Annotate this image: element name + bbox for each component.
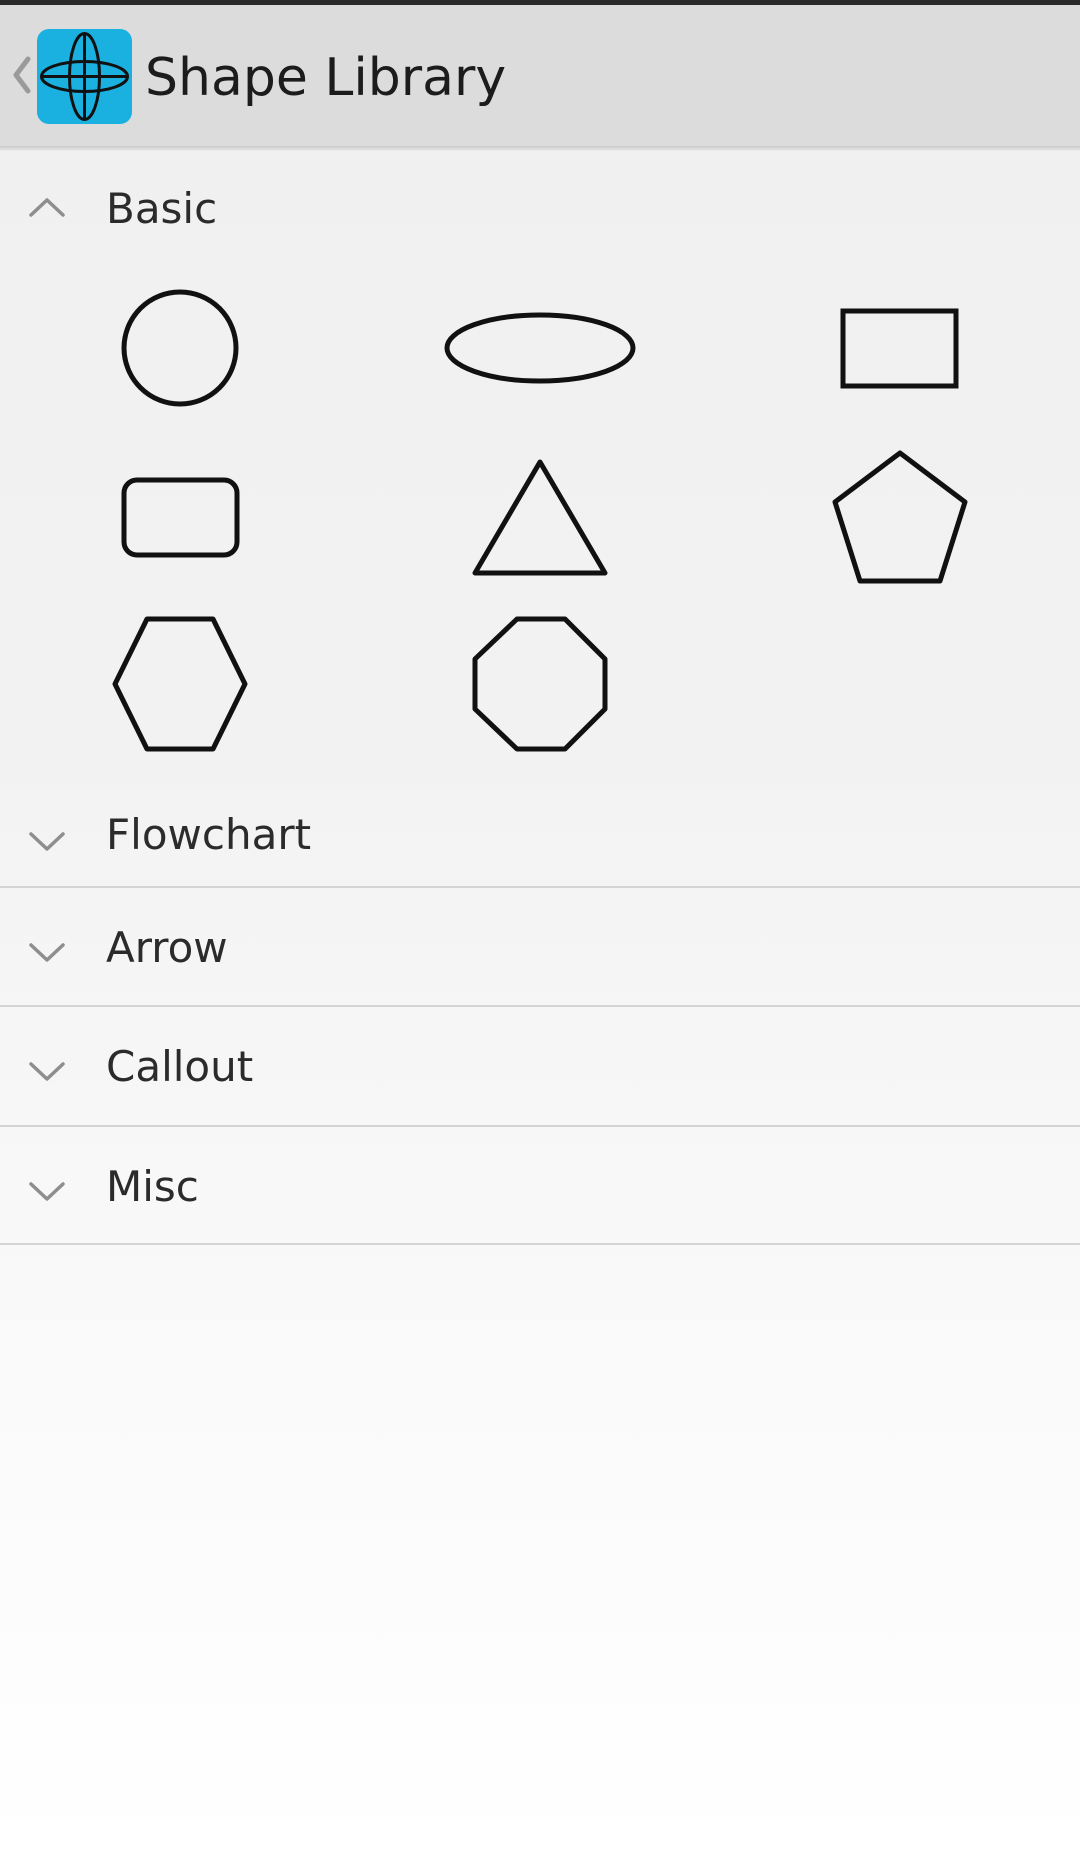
section-label-basic: Basic	[106, 184, 218, 233]
rectangle-icon	[840, 308, 959, 389]
pentagon-icon	[832, 450, 968, 584]
section-label-callout: Callout	[106, 1042, 254, 1091]
shape-ellipse[interactable]	[360, 269, 720, 435]
shape-octagon[interactable]	[360, 601, 720, 767]
triangle-icon	[472, 459, 608, 576]
section-arrow: Arrow	[0, 888, 1080, 1006]
hexagon-icon	[112, 616, 248, 752]
chevron-down-icon	[29, 1062, 65, 1081]
section-header-callout[interactable]: Callout	[0, 1007, 1080, 1125]
chevron-down-icon	[29, 1182, 65, 1201]
circle-icon	[121, 289, 239, 407]
shape-pentagon[interactable]	[720, 435, 1080, 601]
section-header-basic[interactable]: Basic	[0, 151, 1080, 269]
section-misc: Misc	[0, 1127, 1080, 1245]
chevron-down-icon	[29, 832, 65, 851]
shape-library-app-icon[interactable]	[37, 29, 132, 124]
ellipse-icon	[444, 312, 636, 384]
action-bar: Shape Library	[0, 5, 1080, 146]
chevron-up-icon	[29, 198, 65, 217]
section-label-flowchart: Flowchart	[106, 810, 312, 859]
section-label-misc: Misc	[106, 1162, 199, 1211]
back-caret-icon[interactable]	[10, 55, 32, 95]
shape-rectangle[interactable]	[720, 269, 1080, 435]
section-header-arrow[interactable]: Arrow	[0, 888, 1080, 1006]
section-flowchart: Flowchart	[0, 770, 1080, 888]
section-header-flowchart[interactable]: Flowchart	[0, 770, 1080, 888]
section-header-misc[interactable]: Misc	[0, 1127, 1080, 1245]
page-title: Shape Library	[145, 48, 507, 108]
section-basic: Basic	[0, 151, 1080, 786]
section-label-arrow: Arrow	[106, 923, 228, 972]
octagon-icon	[472, 616, 608, 752]
shape-hexagon[interactable]	[0, 601, 360, 767]
shape-rounded-rectangle[interactable]	[0, 435, 360, 601]
section-callout: Callout	[0, 1007, 1080, 1125]
rounded-rectangle-icon	[121, 477, 240, 558]
divider	[0, 1243, 1080, 1245]
chevron-down-icon	[29, 943, 65, 962]
shape-triangle[interactable]	[360, 435, 720, 601]
shape-circle[interactable]	[0, 269, 360, 435]
